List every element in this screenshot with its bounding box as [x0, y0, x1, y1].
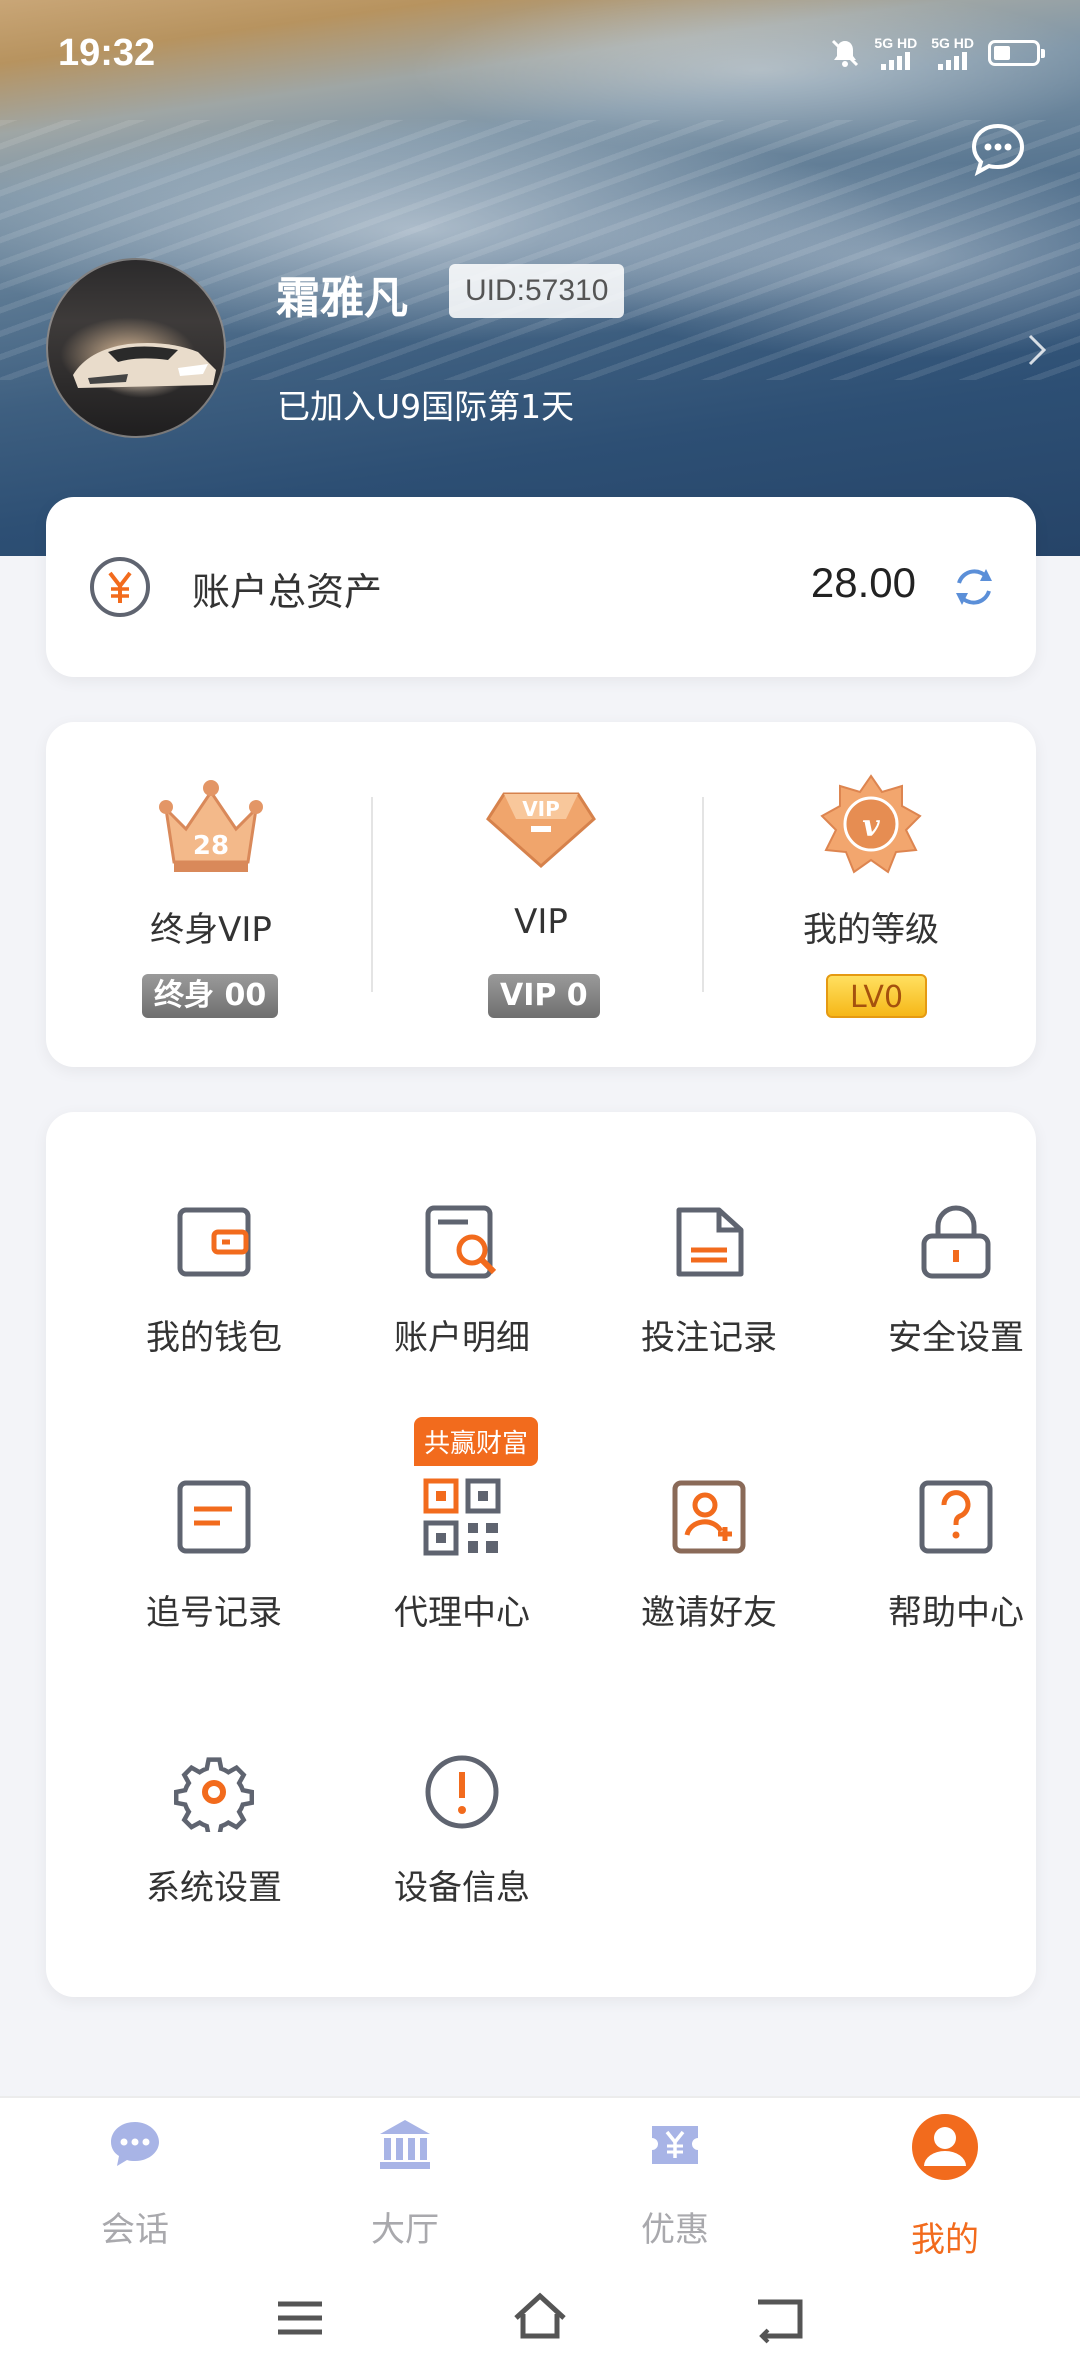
menu-label: 追号记录 — [146, 1593, 282, 1633]
status-time: 19:32 — [58, 32, 156, 74]
level-medal-icon: v — [820, 774, 922, 874]
total-assets-card[interactable]: 账户总资产 28.00 — [46, 497, 1036, 677]
menu-item-help-center[interactable]: 帮助中心 — [828, 1477, 1076, 1677]
signal-indicator-1: 5G HD — [874, 36, 917, 70]
menu-label: 设备信息 — [394, 1868, 530, 1908]
chevron-right-icon[interactable] — [1026, 330, 1050, 370]
menu-item-bet-records[interactable]: 投注记录 — [581, 1202, 829, 1402]
nav-tab-chat[interactable]: 会话 — [0, 2118, 270, 2258]
account-details-icon — [425, 1205, 497, 1279]
help-icon — [919, 1480, 993, 1554]
qr-code-icon — [423, 1478, 501, 1556]
uid-badge: UID:57310 — [449, 264, 625, 318]
avatar[interactable] — [46, 258, 226, 438]
menu-item-invite-friends[interactable]: 邀请好友 — [581, 1477, 829, 1677]
nav-label: 会话 — [101, 2210, 169, 2250]
vip-title: VIP — [514, 902, 568, 942]
nav-label: 我的 — [911, 2220, 979, 2260]
nav-tab-hall[interactable]: 大厅 — [270, 2118, 540, 2258]
wallet-icon — [177, 1207, 251, 1277]
my-level-badge: LV0 — [826, 974, 928, 1018]
menu-label: 投注记录 — [641, 1318, 777, 1358]
lifetime-vip-item[interactable]: 28 终身VIP 终身 00 — [46, 722, 376, 1067]
mute-bell-icon — [832, 39, 859, 67]
bottom-navigation: 会话 大厅 优惠 我的 — [0, 2096, 1080, 2266]
nav-tab-mine[interactable]: 我的 — [810, 2114, 1080, 2260]
menu-item-account-details[interactable]: 账户明细 — [334, 1202, 582, 1402]
menu-item-wallet[interactable]: 我的钱包 — [86, 1202, 334, 1402]
lifetime-vip-title: 终身VIP — [150, 910, 272, 950]
info-icon — [425, 1755, 499, 1829]
my-level-title: 我的等级 — [803, 910, 939, 950]
menu-label: 代理中心 — [394, 1593, 530, 1633]
back-icon[interactable] — [752, 2290, 808, 2346]
profile-icon — [912, 2114, 978, 2180]
signal-bars-icon — [881, 50, 911, 70]
promo-tag: 共赢财富 — [414, 1417, 539, 1466]
system-navigation-bar — [0, 2266, 1080, 2376]
vip-level-badge: VIP 0 — [488, 974, 600, 1018]
promo-icon — [652, 2126, 698, 2164]
menu-label: 安全设置 — [888, 1318, 1024, 1358]
vip-diamond-icon: VIP — [486, 792, 596, 869]
chat-icon — [111, 2122, 159, 2166]
signal-bars-icon — [938, 50, 968, 70]
status-bar: 19:32 5G HD 5G HD — [0, 0, 1080, 110]
car-image — [73, 343, 216, 388]
total-assets-label: 账户总资产 — [192, 570, 383, 614]
svg-text:28: 28 — [193, 831, 229, 861]
function-menu-card: 我的钱包 账户明细 投注记录 安全设置 共赢财富 追号记录 代理中心 邀请好友 … — [46, 1112, 1036, 1997]
menu-label: 系统设置 — [146, 1868, 282, 1908]
lock-icon — [921, 1205, 991, 1279]
vip-item[interactable]: VIP VIP VIP 0 — [376, 722, 706, 1067]
yuan-icon — [90, 557, 150, 617]
lifetime-vip-badge: 终身 00 — [142, 974, 279, 1018]
nav-label: 优惠 — [641, 2210, 709, 2250]
menu-icon[interactable] — [272, 2290, 328, 2346]
menu-label: 账户明细 — [394, 1318, 530, 1358]
refresh-icon[interactable] — [948, 561, 1000, 613]
menu-label: 我的钱包 — [146, 1318, 282, 1358]
svg-text:v: v — [862, 809, 880, 844]
vip-card: 28 终身VIP 终身 00 VIP VIP VIP 0 v 我的等级 LV0 — [46, 722, 1036, 1067]
my-level-item[interactable]: v 我的等级 LV0 — [706, 722, 1036, 1067]
menu-item-chase-records[interactable]: 追号记录 — [86, 1477, 334, 1677]
home-icon[interactable] — [512, 2290, 568, 2346]
menu-item-security-settings[interactable]: 安全设置 — [828, 1202, 1076, 1402]
total-assets-value: 28.00 — [810, 559, 916, 606]
menu-item-system-settings[interactable]: 系统设置 — [86, 1752, 334, 1952]
chase-record-icon — [177, 1480, 251, 1554]
bet-record-icon — [676, 1207, 744, 1277]
invite-friend-icon — [672, 1480, 746, 1554]
svg-text:VIP: VIP — [522, 797, 560, 821]
joined-days-text: 已加入U9国际第1天 — [277, 387, 575, 426]
nav-label: 大厅 — [371, 2210, 439, 2250]
signal-indicator-2: 5G HD — [931, 36, 974, 70]
menu-label: 帮助中心 — [888, 1593, 1024, 1633]
nav-tab-promotions[interactable]: 优惠 — [540, 2118, 810, 2258]
username: 霜雅凡 — [276, 273, 408, 324]
menu-item-agent-center[interactable]: 代理中心 — [334, 1477, 582, 1677]
battery-icon — [988, 40, 1045, 66]
divider — [702, 797, 704, 992]
menu-label: 邀请好友 — [641, 1593, 777, 1633]
crown-icon: 28 — [159, 780, 263, 872]
menu-item-device-info[interactable]: 设备信息 — [334, 1752, 582, 1952]
divider — [371, 797, 373, 992]
hall-icon — [380, 2120, 430, 2169]
message-bubble-icon[interactable] — [968, 120, 1028, 180]
gear-icon — [174, 1757, 254, 1832]
